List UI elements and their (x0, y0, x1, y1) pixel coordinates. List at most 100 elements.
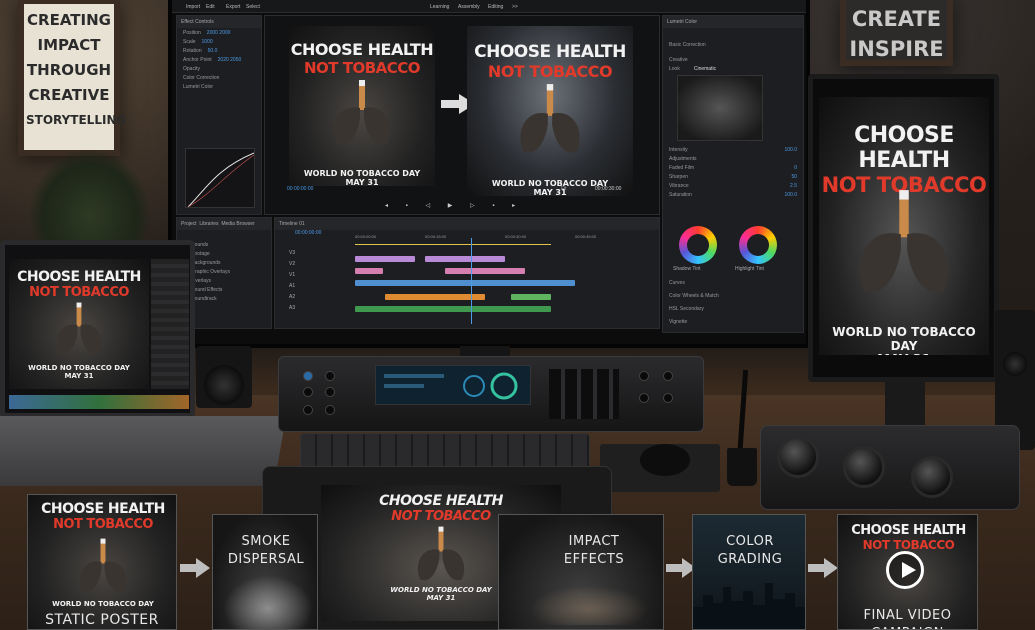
timeline-ruler[interactable]: 00:00:00:00 00:00:15:00 00:00:30:00 00:0… (355, 234, 635, 242)
effect-row[interactable]: Anchor Point 2020 2050 (177, 55, 261, 64)
timeline-tab[interactable]: Timeline 01 (275, 218, 659, 230)
slider-row[interactable]: Faded Film 0 (663, 163, 803, 172)
section-hsl-secondary[interactable]: HSL Secondary (663, 304, 803, 317)
effect-label: Rotation (183, 48, 202, 54)
track-headers[interactable]: V3 V2 V1 A1 A2 A3 (289, 248, 295, 314)
console-button[interactable] (303, 371, 313, 381)
trackball[interactable] (843, 446, 885, 488)
intensity-row[interactable]: Intensity 100.0 (663, 145, 803, 154)
effect-value[interactable]: 50.0 (208, 48, 218, 54)
playhead[interactable] (471, 238, 472, 324)
section-creative[interactable]: Creative (663, 55, 803, 64)
section-curves[interactable]: Curves (663, 278, 803, 291)
slider-row[interactable]: Sharpen 50 (663, 172, 803, 181)
timeline-clip[interactable] (355, 268, 383, 274)
workspace-editing[interactable]: Editing (488, 4, 503, 10)
timeline-clip[interactable] (425, 256, 505, 262)
step-poster: CHOOSE HEALTH NOT TOBACCO WORLD NO TOBAC… (28, 495, 176, 629)
laptop-timeline (9, 395, 189, 409)
console-knob[interactable] (663, 371, 673, 381)
shadow-tint-wheel[interactable] (679, 226, 717, 264)
timeline-timecode[interactable]: 00:00:00:00 (295, 230, 321, 236)
console-knob[interactable] (639, 371, 649, 381)
track-label[interactable]: A1 (289, 281, 295, 292)
workspace-assembly[interactable]: Assembly (458, 4, 480, 10)
play-icon[interactable] (886, 551, 924, 589)
transport-controls[interactable]: ◂ ▪ ◁ ▶ ▷ ▪ ▸ (385, 202, 545, 210)
console-knob[interactable] (663, 393, 673, 403)
effect-value[interactable]: 2020 2050 (218, 57, 242, 63)
effect-row[interactable]: Opacity (177, 64, 261, 73)
lumetri-title[interactable]: Lumetri Color (663, 16, 803, 28)
slider-row[interactable]: Vibrance 2.5 (663, 181, 803, 190)
track-label[interactable]: V3 (289, 248, 295, 259)
menu-edit[interactable]: Edit (206, 4, 215, 10)
poster-title-line2: NOT TOBACCO (487, 62, 613, 81)
poster-date: MAY 31 (819, 353, 989, 355)
tab-effect-controls[interactable]: Effect Controls (177, 16, 261, 28)
effect-row[interactable]: Color Correction (177, 73, 261, 82)
effect-row[interactable]: Scale 1000 (177, 37, 261, 46)
menu-import[interactable]: Import (186, 4, 200, 10)
workspace-more[interactable]: >> (512, 4, 518, 10)
program-fit-select[interactable]: Fit (561, 186, 567, 192)
timeline-clip[interactable] (511, 294, 551, 300)
timeline-clip[interactable] (385, 294, 485, 300)
console-knob[interactable] (325, 371, 335, 381)
timeline-clip[interactable] (355, 280, 575, 286)
poster-title-line2: NOT TOBACCO (862, 538, 955, 552)
look-row[interactable]: Look Cinematic (663, 64, 803, 73)
timeline-clip[interactable] (355, 306, 551, 312)
highlight-tint-wheel[interactable] (739, 226, 777, 264)
lungs-icon (333, 80, 391, 145)
effect-row[interactable]: Rotation 50.0 (177, 46, 261, 55)
effect-label: Anchor Point (183, 57, 212, 63)
slider-value[interactable]: 100.0 (784, 192, 797, 198)
slider-value[interactable]: 50 (791, 174, 797, 180)
wall-sign-storytelling: CREATING IMPACT THROUGH CREATIVE STORYTE… (18, 0, 127, 156)
track-label[interactable]: A3 (289, 303, 295, 314)
workspace-learning[interactable]: Learning (430, 4, 449, 10)
console-knob[interactable] (325, 405, 335, 415)
console-knob[interactable] (303, 387, 313, 397)
look-select[interactable]: Cinematic (694, 66, 716, 72)
trackball[interactable] (777, 436, 819, 478)
effect-value[interactable]: 1000 (202, 39, 213, 45)
adjustments-header[interactable]: Adjustments (663, 154, 803, 163)
slider-value[interactable]: 0 (794, 165, 797, 171)
track-label[interactable]: V2 (289, 259, 295, 270)
lungs-icon (859, 190, 949, 293)
section-basic-correction[interactable]: Basic Correction (663, 40, 803, 49)
trackball[interactable] (911, 456, 953, 498)
sign-line: STORYTELLING (26, 113, 127, 127)
menu-export[interactable]: Export (226, 4, 240, 10)
tab-libraries[interactable]: Libraries (199, 221, 218, 227)
poster-title-line1: CHOOSE HEALTH (290, 40, 434, 59)
curve-graph[interactable] (185, 148, 255, 208)
work-area-bar[interactable] (355, 244, 551, 245)
program-timecode-left[interactable]: 00:00:00:00 (287, 186, 313, 192)
effect-label: Position (183, 30, 201, 36)
slider-value[interactable]: 2.5 (790, 183, 797, 189)
console-knob[interactable] (303, 405, 313, 415)
speaker (196, 346, 252, 408)
intensity-value[interactable]: 100.0 (784, 147, 797, 153)
console-knob[interactable] (639, 393, 649, 403)
track-label[interactable]: V1 (289, 270, 295, 281)
pen-holder (727, 448, 757, 486)
menu-select[interactable]: Select (246, 4, 260, 10)
tab-project[interactable]: Project (181, 221, 197, 227)
timeline-clip[interactable] (355, 256, 415, 262)
track-label[interactable]: A2 (289, 292, 295, 303)
tab-media-browser[interactable]: Media Browser (221, 221, 254, 227)
step-label: FINAL VIDEO CAMPAIGN (863, 608, 952, 629)
effect-row[interactable]: Position 2000 2000 (177, 28, 261, 37)
console-knob[interactable] (325, 387, 335, 397)
effect-row[interactable]: Lumetri Color (177, 82, 261, 91)
console-keypad[interactable] (549, 369, 619, 419)
effect-value[interactable]: 2000 2000 (207, 30, 231, 36)
section-color-wheels[interactable]: Color Wheels & Match (663, 291, 803, 304)
timeline-clip[interactable] (445, 268, 525, 274)
slider-row[interactable]: Saturation 100.0 (663, 190, 803, 199)
section-vignette[interactable]: Vignette (663, 317, 803, 330)
